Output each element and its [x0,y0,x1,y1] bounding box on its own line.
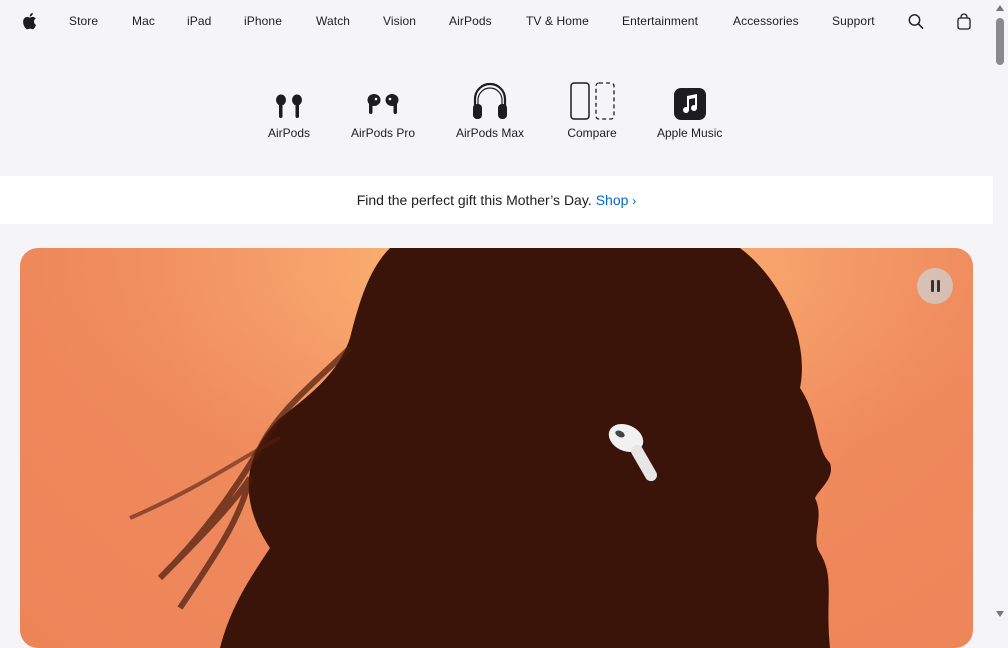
nav-ipad[interactable]: iPad [187,14,211,28]
chapter-airpods[interactable]: AirPods [262,77,316,140]
chapter-label: AirPods Pro [351,126,416,140]
scrollbar[interactable] [993,0,1008,621]
pause-icon [936,280,940,292]
compare-icon [570,82,615,120]
chapter-label: Apple Music [657,126,723,140]
global-nav: Store Mac iPad iPhone Watch Vision AirPo… [0,0,993,44]
nav-airpods[interactable]: AirPods [449,14,492,28]
shop-link-label: Shop [595,192,629,208]
promo-ribbon: Find the perfect gift this Mother’s Day.… [0,176,993,224]
nav-accessories[interactable]: Accessories [733,14,799,28]
music-icon [673,88,706,120]
nav-support[interactable]: Support [832,14,875,28]
hero-video [20,248,973,648]
nav-iphone[interactable]: iPhone [244,14,282,28]
nav-watch[interactable]: Watch [316,14,350,28]
chapter-label: Compare [567,126,617,140]
chapter-airpods-pro[interactable]: AirPods Pro [351,77,415,140]
chapter-label: AirPods Max [456,126,525,140]
ribbon-text: Find the perfect gift this Mother’s Day. [356,192,592,208]
nav-entertainment[interactable]: Entertainment [622,14,698,28]
chapter-label: AirPods [267,126,311,140]
scroll-thumb[interactable] [996,18,1004,65]
chevron-right-icon: › [632,194,637,208]
scroll-down-arrow-icon[interactable] [996,611,1004,617]
nav-vision[interactable]: Vision [383,14,416,28]
chapter-airpods-max[interactable]: AirPods Max [456,77,524,140]
scroll-up-arrow-icon[interactable] [996,5,1004,11]
nav-mac[interactable]: Mac [132,14,155,28]
bag-icon[interactable] [956,13,972,30]
chapter-apple-music[interactable]: Apple Music [657,77,722,140]
product-chapter-nav: AirPods AirPods Pro AirPods Max Compare … [0,44,993,176]
hero-image [20,248,973,648]
nav-tv-home[interactable]: TV & Home [526,14,589,28]
chapter-compare[interactable]: Compare [565,77,619,140]
pause-icon [930,280,934,292]
nav-store[interactable]: Store [69,14,98,28]
search-icon[interactable] [908,13,924,30]
pause-button[interactable] [917,268,953,304]
airpods-icon [276,94,302,118]
apple-logo-icon[interactable] [21,12,37,30]
headphones-icon [473,82,508,119]
shop-link[interactable]: Shop › [596,192,637,208]
airpods-pro-icon [367,94,399,114]
